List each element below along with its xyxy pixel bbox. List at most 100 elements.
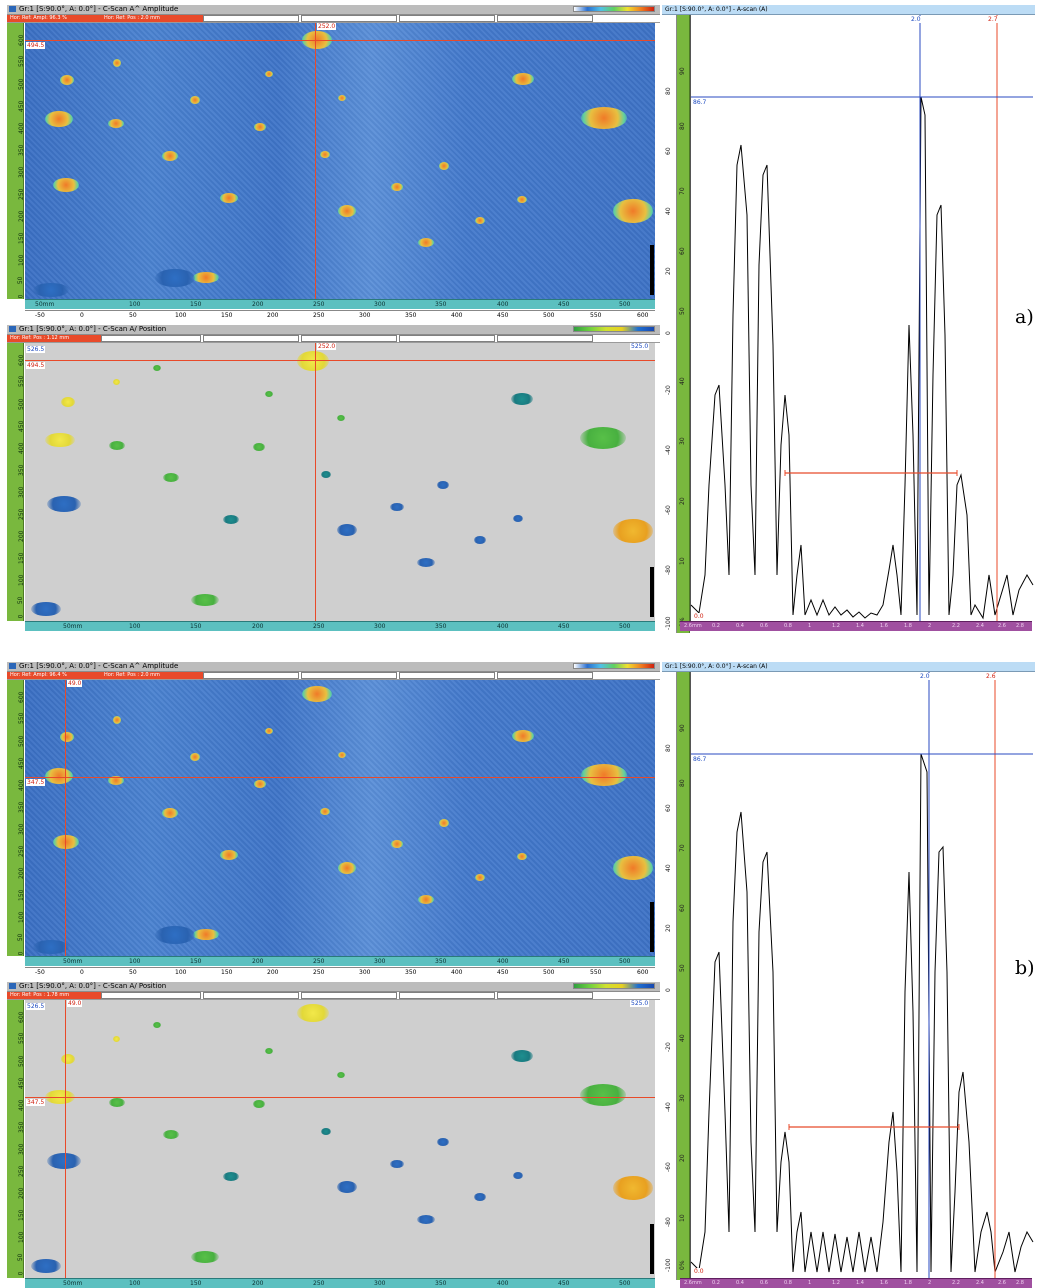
- figure-label-b: b): [1015, 957, 1035, 979]
- ascan-b-plot[interactable]: 86.7 2.0 2.6 0.0: [690, 672, 1034, 1278]
- ascan-b-titlebar[interactable]: Gr:1 [S:90.0°, A: 0.0°] - A-scan (A): [662, 662, 1035, 672]
- amp-horizontal-ruler-mm[interactable]: 50mm 100 150 200 250 300 350 400 450 500: [25, 299, 655, 309]
- ascan-b-ruler-percent[interactable]: 80 60 40 20 0 -20 -40 -60 -80 -100: [662, 672, 677, 1280]
- amp-stat-empty-2: [301, 15, 397, 22]
- amp-cursor-horizontal[interactable]: [25, 777, 655, 778]
- ascan-a-level-label: 86.7: [692, 99, 708, 106]
- amp-cursor-y-label: 494.5: [26, 42, 46, 49]
- pos-statusbar: Hor: Ref: Pos : 1.12 mm: [7, 335, 660, 343]
- pos-cursor-vertical[interactable]: [65, 1000, 66, 1278]
- pos-stat-empty-4: [399, 992, 495, 999]
- ascan-a-waveform: [690, 15, 1034, 621]
- amp-statusbar: Hor: Ref: Ampl: 96.4 % Hor: Ref: Pos : 2…: [7, 672, 660, 680]
- pos-stat-empty-2: [203, 335, 299, 342]
- pos-stat-pos: Hor: Ref: Pos : 1.12 mm: [7, 335, 102, 342]
- amp-stat-pos: Hor: Ref: Pos : 2.0 mm: [101, 15, 204, 22]
- amp-stat-empty-1: [203, 15, 299, 22]
- ascan-a-plot[interactable]: 86.7 2.0 2.7 0.0: [690, 15, 1034, 621]
- pos-cursor-y-label: 494.5: [26, 362, 46, 369]
- amp-color-palette[interactable]: [573, 663, 655, 669]
- pos-cursor-horizontal[interactable]: [25, 360, 655, 361]
- amp-cscan-image[interactable]: 252.0 494.5: [25, 23, 655, 299]
- amp-cursor-y-label: 347.5: [26, 779, 46, 786]
- pos-color-palette[interactable]: [573, 983, 655, 989]
- panel-b: Gr:1 [S:90.0°, A: 0.0°] - C-Scan A^ Ampl…: [0, 657, 1048, 1288]
- pos-stat-empty-3: [301, 335, 397, 342]
- amp-stat-ampl: Hor: Ref: Ampl: 96.3 %: [7, 15, 102, 22]
- amp-stat-empty-3: [399, 672, 495, 679]
- pos-stat-empty-1: [101, 335, 201, 342]
- ascan-b-gate-red-label: 2.6: [985, 673, 997, 680]
- amp-title: Gr:1 [S:90.0°, A: 0.0°] - C-Scan A^ Ampl…: [19, 662, 179, 670]
- amp-color-palette[interactable]: [573, 6, 655, 12]
- amp-horizontal-ruler-mm[interactable]: 50mm 100 150 200 250 300 350 400 450 500: [25, 956, 655, 966]
- pos-title: Gr:1 [S:90.0°, A: 0.0°] - C-Scan A/ Posi…: [19, 325, 167, 333]
- amp-stat-empty-2: [301, 672, 397, 679]
- pos-stat-pos: Hor: Ref: Pos : 1.78 mm: [7, 992, 102, 999]
- amp-vertical-ruler[interactable]: 600 550 500 450 400 350 300 250 200 150 …: [7, 23, 25, 299]
- pos-vertical-ruler[interactable]: 600 550 500 450 400 350 300 250 200 150 …: [7, 343, 25, 621]
- ascan-a-ruler-percent[interactable]: 80 60 40 20 0 -20 -40 -60 -80 -100: [662, 15, 677, 633]
- window-icon: [9, 326, 16, 332]
- pos-vertical-ruler[interactable]: 600 550 500 450 400 350 300 250 200 150 …: [7, 1000, 25, 1278]
- pos-cursor-x-label: 252.0: [317, 343, 337, 350]
- amp-stat-empty-3: [399, 15, 495, 22]
- pos-scroll-marker[interactable]: [650, 567, 654, 617]
- ascan-b-ruler-amplitude[interactable]: 90 80 70 60 50 40 30 20 10 0%: [677, 672, 690, 1280]
- panel-a: Gr:1 [S:90.0°, A: 0.0°] - C-Scan A^ Ampl…: [0, 0, 1048, 640]
- pos-stat-empty-2: [203, 992, 299, 999]
- ascan-a-titlebar[interactable]: Gr:1 [S:90.0°, A: 0.0°] - A-scan (A): [662, 5, 1035, 15]
- amp-cursor-horizontal[interactable]: [25, 40, 655, 41]
- ascan-a-zero-label: 0.0: [693, 613, 705, 620]
- ascan-a-ruler-amplitude[interactable]: 90 80 70 60 50 40 30 20 10 0%: [677, 15, 690, 633]
- amp-stat-empty-1: [203, 672, 299, 679]
- pos-title: Gr:1 [S:90.0°, A: 0.0°] - C-Scan A/ Posi…: [19, 982, 167, 990]
- pos-cursor-y-label: 347.5: [26, 1099, 46, 1106]
- pos-scroll-marker[interactable]: [650, 1224, 654, 1274]
- ascan-b-waveform: [690, 672, 1034, 1278]
- amp-stat-empty-4: [497, 15, 593, 22]
- ascan-b-zero-label: 0.0: [693, 1268, 705, 1275]
- amp-vertical-ruler[interactable]: 600 550 500 450 400 350 300 250 200 150 …: [7, 680, 25, 956]
- ascan-b-level-label: 86.7: [692, 756, 708, 763]
- amp-horizontal-ruler-scroll[interactable]: -50 0 50 100 150 200 250 300 350 400 450…: [25, 967, 655, 977]
- ascan-b-gate-blue-label: 2.0: [919, 673, 931, 680]
- ascan-a-gate-blue-label: 2.0: [910, 16, 922, 23]
- pos-horizontal-ruler-mm[interactable]: 50mm 100 150 200 250 300 350 400 450 500: [25, 621, 655, 631]
- window-icon: [9, 983, 16, 989]
- amp-cscan-image[interactable]: 49.0 347.5: [25, 680, 655, 956]
- pos-cscan-image[interactable]: 49.0 347.5 526.5 525.0: [25, 1000, 655, 1278]
- amp-scroll-marker[interactable]: [650, 245, 654, 295]
- pos-blue-left-label: 526.5: [26, 1003, 46, 1010]
- pos-statusbar: Hor: Ref: Pos : 1.78 mm: [7, 992, 660, 1000]
- pos-titlebar[interactable]: Gr:1 [S:90.0°, A: 0.0°] - C-Scan A/ Posi…: [7, 325, 660, 335]
- pos-stat-empty-3: [301, 992, 397, 999]
- figure-label-a: a): [1015, 306, 1034, 328]
- amp-statusbar: Hor: Ref: Ampl: 96.3 % Hor: Ref: Pos : 2…: [7, 15, 660, 23]
- amp-titlebar[interactable]: Gr:1 [S:90.0°, A: 0.0°] - C-Scan A^ Ampl…: [7, 662, 660, 672]
- amp-scroll-marker[interactable]: [650, 902, 654, 952]
- pos-cscan-image[interactable]: 252.0 494.5 526.5 525.0: [25, 343, 655, 621]
- pos-cursor-vertical[interactable]: [315, 343, 316, 621]
- pos-titlebar[interactable]: Gr:1 [S:90.0°, A: 0.0°] - C-Scan A/ Posi…: [7, 982, 660, 992]
- window-icon: [9, 663, 16, 669]
- amp-cursor-x-label: 49.0: [67, 680, 83, 687]
- pos-stat-empty-1: [101, 992, 201, 999]
- pos-color-palette[interactable]: [573, 326, 655, 332]
- amp-stat-empty-4: [497, 672, 593, 679]
- amp-cursor-x-label: 252.0: [317, 23, 337, 30]
- window-icon: [9, 6, 16, 12]
- amp-titlebar[interactable]: Gr:1 [S:90.0°, A: 0.0°] - C-Scan A^ Ampl…: [7, 5, 660, 15]
- amp-cursor-vertical[interactable]: [65, 680, 66, 956]
- pos-blue-right-label: 525.0: [630, 1000, 650, 1007]
- pos-blue-right-label: 525.0: [630, 343, 650, 350]
- pos-cursor-x-label: 49.0: [67, 1000, 83, 1007]
- pos-cursor-horizontal[interactable]: [25, 1097, 655, 1098]
- pos-stat-empty-5: [497, 992, 593, 999]
- amp-title: Gr:1 [S:90.0°, A: 0.0°] - C-Scan A^ Ampl…: [19, 5, 179, 13]
- ascan-a-time-ruler[interactable]: 2.6mm 0.2 0.4 0.6 0.8 1 1.2 1.4 1.6 1.8 …: [680, 621, 1032, 631]
- amp-horizontal-ruler-scroll[interactable]: -50 0 50 100 150 200 250 300 350 400 450…: [25, 310, 655, 320]
- amp-cursor-vertical[interactable]: [315, 23, 316, 299]
- pos-blue-left-label: 526.5: [26, 346, 46, 353]
- amp-stat-ampl: Hor: Ref: Ampl: 96.4 %: [7, 672, 102, 679]
